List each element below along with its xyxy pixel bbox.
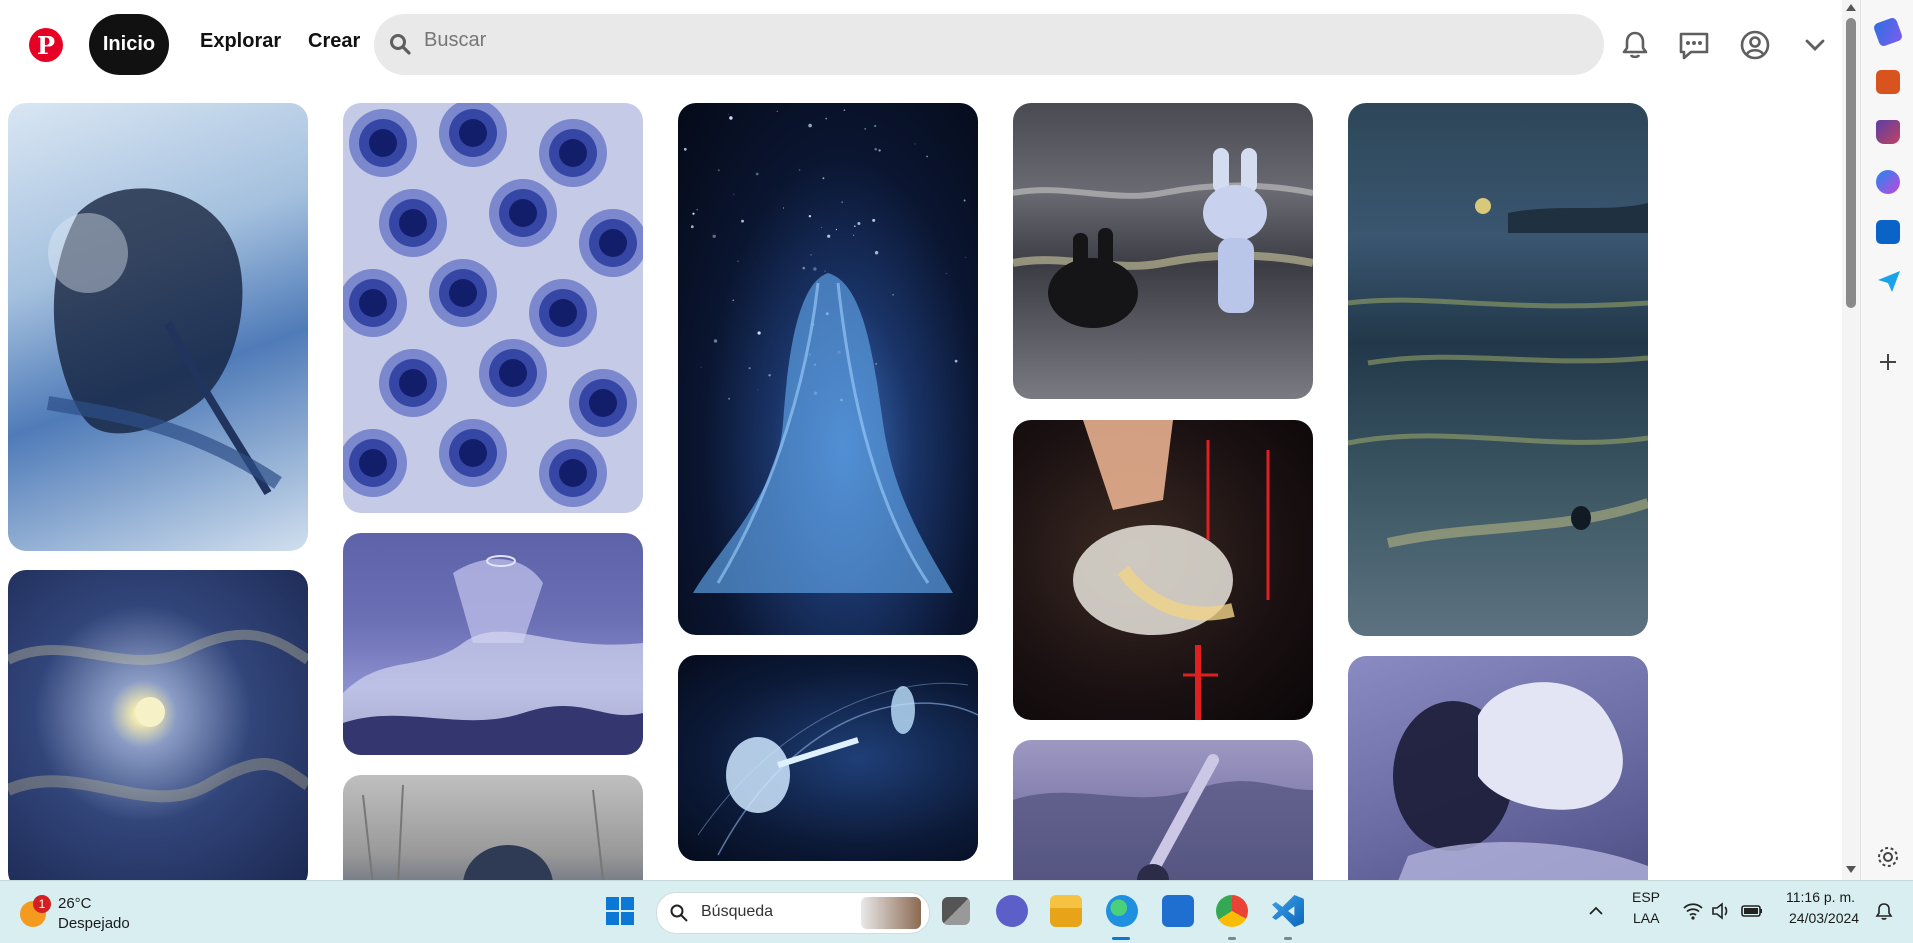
scrollbar-thumb[interactable] [1846,18,1856,308]
task-view-icon[interactable] [942,897,970,925]
chat-icon[interactable] [1677,28,1711,62]
tag-icon[interactable] [1872,16,1904,48]
chrome-running-indicator [1228,937,1236,940]
weather-badge: 1 [33,895,51,913]
chevron-up-icon[interactable] [1588,903,1604,919]
briefcase-icon[interactable] [1876,70,1900,94]
weather-condition: Despejado [58,915,130,932]
clock-date[interactable]: 24/03/2024 [1789,910,1859,926]
pin-hands-red-lights[interactable] [1013,420,1313,720]
pin-angel-waves[interactable] [343,533,643,755]
wifi-icon[interactable] [1682,901,1704,921]
pin-eyes-pattern[interactable] [343,103,643,513]
browser-sidebar [1860,0,1913,880]
chess-icon[interactable] [1876,120,1900,144]
chevron-down-icon[interactable] [1798,28,1832,62]
top-navigation: P Inicio Explorar Crear [0,0,1842,90]
pin-artwork [343,103,643,507]
vscode-running-indicator [1284,937,1292,940]
home-button[interactable]: Inicio [89,14,169,75]
pin-space-reach[interactable] [678,655,978,861]
pin-moon-clouds[interactable] [8,570,308,890]
pin-artwork [697,682,978,856]
pin-artwork [1388,682,1648,906]
search-highlight-image [861,897,921,929]
pinterest-logo-icon[interactable]: P [29,28,63,62]
taskbar-search[interactable]: Búsqueda [656,892,930,934]
weather-temp: 26°C [58,895,92,912]
search-bar[interactable] [374,10,1604,75]
search-icon [670,904,688,922]
pin-artwork [8,629,308,803]
copilot-icon[interactable] [1876,170,1900,194]
search-input[interactable] [424,10,1574,71]
pin-artwork [1348,198,1648,548]
store-icon[interactable] [1162,895,1194,927]
battery-icon[interactable] [1740,901,1764,921]
create-link[interactable]: Crear [308,30,360,53]
pin-artwork [1013,148,1313,328]
weather-widget[interactable]: 1 26°C Despejado [18,895,138,935]
send-icon[interactable] [1876,268,1902,294]
volume-icon[interactable] [1710,901,1732,921]
edge-active-indicator [1112,937,1130,940]
search-icon [390,34,411,55]
settings-icon[interactable] [1876,845,1900,869]
pin-artwork [1073,420,1270,720]
file-explorer-icon[interactable] [1050,895,1082,927]
account-icon[interactable] [1738,28,1772,62]
pin-artwork [343,555,643,755]
language-code[interactable]: ESP [1632,889,1660,905]
windows-start-icon[interactable] [604,895,636,927]
pin-white-hair[interactable] [1348,656,1648,906]
bell-icon[interactable] [1618,28,1652,62]
language-layout[interactable]: LAA [1633,910,1659,926]
pin-night-sea[interactable] [1348,103,1648,636]
pin-artwork [46,188,282,496]
explore-link[interactable]: Explorar [200,30,281,53]
notification-bell-icon[interactable] [1874,901,1894,921]
windows-taskbar: 1 26°C Despejado Búsqueda ESP LAA 11:16 … [0,880,1913,943]
meet-icon[interactable] [996,895,1028,927]
pin-artwork [1013,754,1313,896]
pin-artwork [683,109,967,593]
taskbar-search-placeholder: Búsqueda [701,903,774,920]
vscode-icon[interactable] [1272,895,1304,927]
scroll-down-arrow-icon[interactable] [1846,866,1856,873]
pin-reaching-arm[interactable] [1013,740,1313,900]
pin-bunnies-beach[interactable] [1013,103,1313,399]
chrome-icon[interactable] [1216,895,1248,927]
pin-figure-watercolor[interactable] [8,103,308,551]
outlook-icon[interactable] [1876,220,1900,244]
vertical-scrollbar[interactable] [1842,0,1860,880]
clock-time[interactable]: 11:16 p. m. [1786,889,1855,905]
pin-starry-girl[interactable] [678,103,978,635]
scroll-up-arrow-icon[interactable] [1846,4,1856,11]
edge-icon[interactable] [1106,895,1138,927]
add-icon[interactable] [1876,350,1900,374]
